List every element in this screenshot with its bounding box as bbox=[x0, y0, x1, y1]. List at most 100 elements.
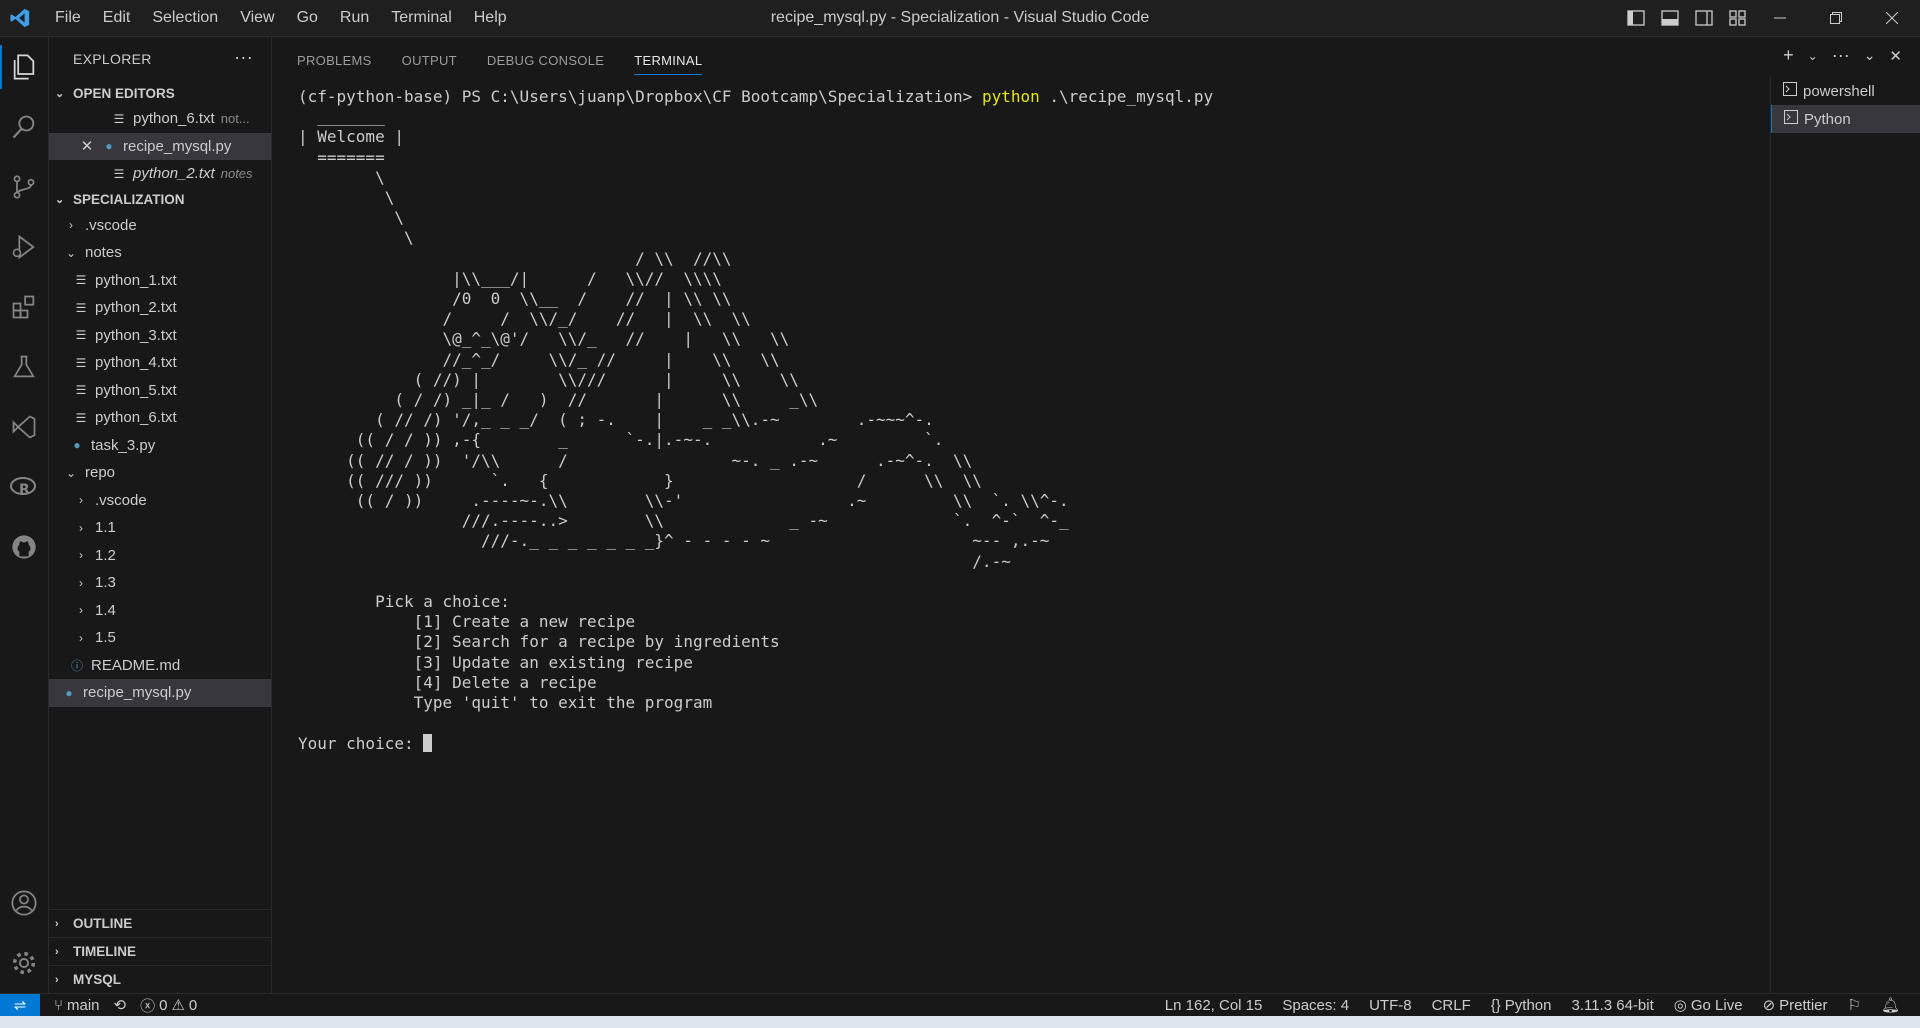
tab-terminal[interactable]: TERMINAL bbox=[634, 37, 703, 75]
close-panel-icon[interactable]: ✕ bbox=[1889, 47, 1902, 65]
menu-edit[interactable]: Edit bbox=[92, 0, 142, 36]
menu-view[interactable]: View bbox=[229, 0, 285, 36]
file-item-selected[interactable]: ● recipe_mysql.py bbox=[49, 679, 271, 707]
toggle-panel-icon[interactable] bbox=[1658, 6, 1682, 30]
open-editor-item[interactable]: ☰ python_6.txt not... bbox=[49, 105, 271, 133]
file-item[interactable]: ☰ python_3.txt bbox=[49, 322, 271, 350]
file-item[interactable]: ☰ python_2.txt bbox=[49, 294, 271, 322]
customize-layout-icon[interactable] bbox=[1726, 6, 1750, 30]
chevron-down-icon: ⌄ bbox=[55, 194, 65, 206]
terminal-prompt: (cf-python-base) PS C:\Users\juanp\Dropb… bbox=[298, 87, 982, 106]
accounts-icon[interactable] bbox=[0, 873, 48, 933]
outline-section[interactable]: › OUTLINE bbox=[49, 909, 271, 937]
mysql-section[interactable]: › MYSQL bbox=[49, 965, 271, 993]
settings-gear-icon[interactable] bbox=[0, 933, 48, 993]
chevron-right-icon: › bbox=[79, 520, 83, 535]
folder-notes[interactable]: ⌄ notes bbox=[49, 239, 271, 267]
folder-item[interactable]: › 1.1 bbox=[49, 514, 271, 542]
remote-indicator-icon[interactable]: ⇌ bbox=[0, 993, 40, 1017]
new-terminal-icon[interactable]: + bbox=[1783, 45, 1794, 66]
prettier[interactable]: ⊘ Prettier bbox=[1763, 996, 1828, 1015]
notifications-bell-icon[interactable]: 🔔︎ bbox=[1881, 996, 1900, 1014]
testing-flask-icon[interactable] bbox=[0, 337, 48, 397]
branch-status[interactable]: ⑂ main bbox=[54, 997, 100, 1014]
terminal-panel: PROBLEMS OUTPUT DEBUG CONSOLE TERMINAL +… bbox=[272, 37, 1920, 993]
run-debug-icon[interactable] bbox=[0, 217, 48, 277]
chevron-down-icon: ⌄ bbox=[65, 465, 77, 480]
python-file-icon: ● bbox=[105, 139, 113, 154]
chevron-down-icon[interactable]: ⌄ bbox=[1808, 49, 1818, 63]
file-item[interactable]: ☰ python_6.txt bbox=[49, 404, 271, 432]
search-icon[interactable] bbox=[0, 97, 48, 157]
explorer-icon[interactable] bbox=[0, 37, 48, 97]
cursor-position[interactable]: Ln 162, Col 15 bbox=[1165, 997, 1263, 1014]
welcome-ascii-art: _______ | Welcome | ======= \ \ \ \ / \\… bbox=[298, 107, 1069, 571]
tab-problems[interactable]: PROBLEMS bbox=[297, 37, 372, 73]
text-file-icon: ☰ bbox=[75, 410, 87, 425]
r-language-icon[interactable]: R bbox=[0, 457, 48, 517]
text-file-icon: ☰ bbox=[75, 300, 87, 315]
indentation[interactable]: Spaces: 4 bbox=[1282, 997, 1349, 1014]
chevron-down-icon: ⌄ bbox=[55, 87, 65, 100]
tab-output[interactable]: OUTPUT bbox=[402, 37, 457, 73]
close-icon[interactable]: ✕ bbox=[79, 137, 95, 155]
chevron-right-icon: › bbox=[55, 973, 59, 986]
broadcast-icon: ◎ bbox=[1673, 997, 1687, 1014]
tab-debug-console[interactable]: DEBUG CONSOLE bbox=[487, 37, 604, 73]
toggle-secondary-sidebar-icon[interactable] bbox=[1692, 6, 1716, 30]
choice-menu: Pick a choice: [1] Create a new recipe [… bbox=[375, 592, 780, 713]
timeline-section[interactable]: › TIMELINE bbox=[49, 937, 271, 965]
file-item[interactable]: ☰ python_4.txt bbox=[49, 349, 271, 377]
terminal-instance-python[interactable]: Python bbox=[1771, 105, 1920, 133]
minimize-icon[interactable] bbox=[1752, 0, 1808, 36]
file-item[interactable]: ☰ python_5.txt bbox=[49, 377, 271, 405]
file-item[interactable]: ● task_3.py bbox=[49, 432, 271, 460]
extensions-icon[interactable] bbox=[0, 277, 48, 337]
menu-go[interactable]: Go bbox=[286, 0, 329, 36]
language-mode[interactable]: {} Python bbox=[1491, 997, 1552, 1014]
svg-text:R: R bbox=[19, 482, 30, 498]
close-window-icon[interactable] bbox=[1864, 0, 1920, 36]
folder-item[interactable]: › 1.3 bbox=[49, 569, 271, 597]
toggle-primary-sidebar-icon[interactable] bbox=[1624, 6, 1648, 30]
workspace-section[interactable]: ⌄ SPECIALIZATION bbox=[49, 188, 271, 212]
folder-item[interactable]: › 1.5 bbox=[49, 624, 271, 652]
end-of-line[interactable]: CRLF bbox=[1432, 997, 1471, 1014]
menu-terminal[interactable]: Terminal bbox=[380, 0, 462, 36]
menu-selection[interactable]: Selection bbox=[141, 0, 229, 36]
feedback-icon[interactable]: ⚐ bbox=[1848, 996, 1861, 1014]
terminal-cursor bbox=[423, 733, 433, 752]
chevron-right-icon: › bbox=[69, 218, 73, 233]
folder-item[interactable]: › 1.2 bbox=[49, 542, 271, 570]
open-editor-item[interactable]: ☰ python_2.txt notes bbox=[49, 160, 271, 188]
open-editors-section[interactable]: ⌄ OPEN EDITORS bbox=[49, 81, 271, 105]
restore-icon[interactable] bbox=[1808, 0, 1864, 36]
more-actions-icon[interactable]: ··· bbox=[1832, 45, 1850, 66]
problems-status[interactable]: ⓧ 0 ⚠ 0 bbox=[140, 995, 197, 1016]
python-file-icon: ● bbox=[73, 438, 81, 453]
source-control-icon[interactable] bbox=[0, 157, 48, 217]
menu-run[interactable]: Run bbox=[329, 0, 380, 36]
text-file-icon: ☰ bbox=[113, 111, 125, 126]
python-interpreter[interactable]: 3.11.3 64-bit bbox=[1571, 997, 1653, 1014]
taskbar-strip bbox=[0, 1016, 1920, 1028]
visual-studio-icon[interactable] bbox=[0, 397, 48, 457]
open-editor-item-active[interactable]: ✕ ● recipe_mysql.py bbox=[49, 132, 271, 160]
terminal-output[interactable]: (cf-python-base) PS C:\Users\juanp\Dropb… bbox=[298, 87, 1768, 967]
more-actions-icon[interactable]: ··· bbox=[234, 47, 253, 68]
folder-vscode[interactable]: › .vscode bbox=[49, 212, 271, 240]
folder-item[interactable]: › .vscode bbox=[49, 487, 271, 515]
menu-help[interactable]: Help bbox=[463, 0, 518, 36]
maximize-panel-icon[interactable]: ⌄ bbox=[1864, 47, 1876, 64]
go-live[interactable]: ◎ Go Live bbox=[1673, 996, 1743, 1015]
encoding[interactable]: UTF-8 bbox=[1369, 997, 1412, 1014]
file-item[interactable]: ☰ python_1.txt bbox=[49, 267, 271, 295]
file-item[interactable]: ⓘ README.md bbox=[49, 652, 271, 680]
menu-file[interactable]: File bbox=[44, 0, 92, 36]
github-icon[interactable] bbox=[0, 517, 48, 577]
info-icon: ⓘ bbox=[70, 658, 83, 673]
sync-icon[interactable]: ⟲ bbox=[114, 996, 127, 1014]
folder-repo[interactable]: ⌄ repo bbox=[49, 459, 271, 487]
terminal-instance-powershell[interactable]: powershell bbox=[1771, 77, 1920, 105]
folder-item[interactable]: › 1.4 bbox=[49, 597, 271, 625]
